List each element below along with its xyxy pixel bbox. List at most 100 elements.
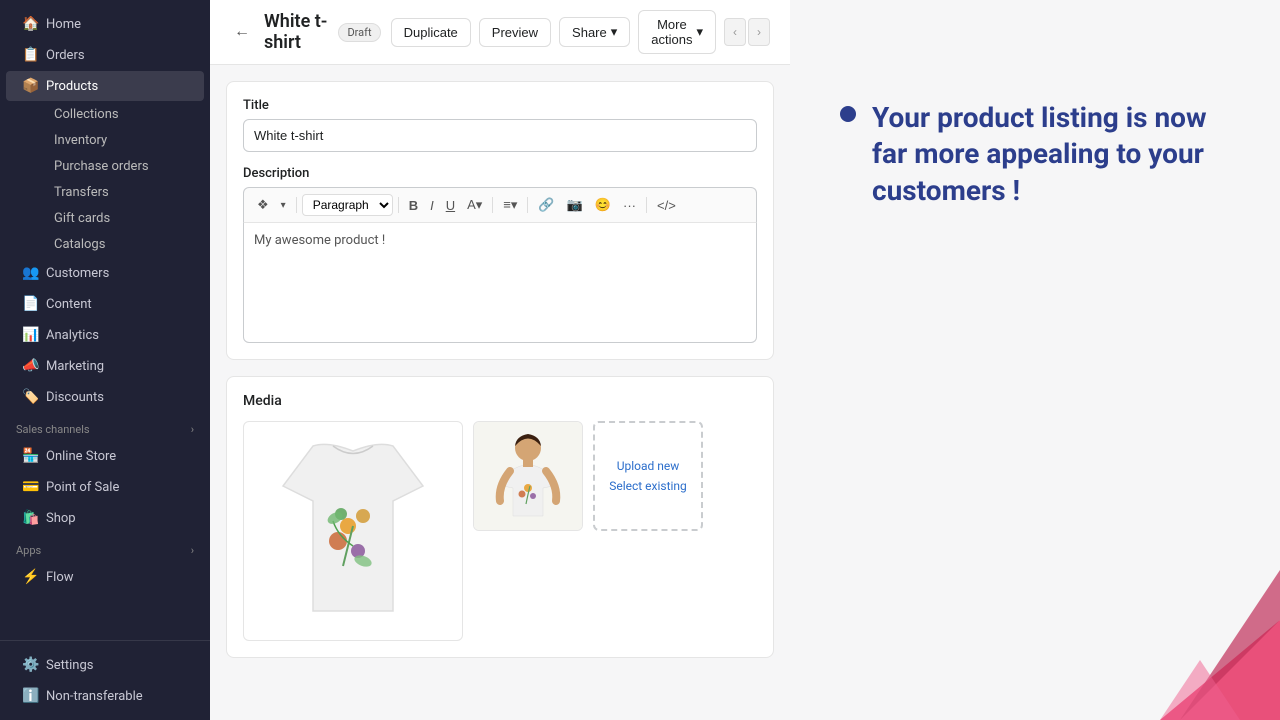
sidebar-item-settings[interactable]: ⚙️ Settings	[6, 650, 204, 680]
select-existing-link[interactable]: Select existing	[609, 479, 687, 493]
toolbar-italic-btn[interactable]: I	[425, 195, 439, 216]
apps-expand-icon[interactable]: ›	[191, 544, 194, 557]
sidebar-item-content[interactable]: 📄 Content	[6, 289, 204, 319]
next-button[interactable]: ›	[748, 18, 770, 46]
toolbar-chevron-btn[interactable]: ▾	[276, 197, 291, 214]
media-title: Media	[243, 393, 757, 409]
sidebar-item-analytics[interactable]: 📊 Analytics	[6, 320, 204, 350]
media-item-model[interactable]	[473, 421, 583, 531]
sidebar-item-online-store[interactable]: 🏪 Online Store	[6, 441, 204, 471]
model-image	[474, 422, 582, 530]
sidebar-item-flow[interactable]: ⚡ Flow	[6, 562, 204, 592]
toolbar-bold-btn[interactable]: B	[404, 195, 423, 216]
online-store-icon: 🏪	[22, 448, 38, 464]
flow-label: Flow	[46, 570, 74, 585]
prev-button[interactable]: ‹	[724, 18, 746, 46]
toolbar-color-btn[interactable]: A▾	[462, 194, 487, 216]
pos-icon: 💳	[22, 479, 38, 495]
sidebar-item-home[interactable]: 🏠 Home	[6, 9, 204, 39]
page-header: ← White t-shirt Draft Duplicate Preview …	[210, 0, 790, 65]
collections-label: Collections	[54, 107, 119, 122]
sidebar-item-orders[interactable]: 📋 Orders	[6, 40, 204, 70]
upload-new-link[interactable]: Upload new	[617, 459, 680, 473]
media-item-tshirt[interactable]	[243, 421, 463, 641]
paragraph-select[interactable]: Paragraph	[302, 194, 393, 216]
right-panel: Your product listing is now far more app…	[790, 0, 1280, 720]
customers-icon: 👥	[22, 265, 38, 281]
expand-icon[interactable]: ›	[191, 423, 194, 436]
sales-channels-section: Sales channels ›	[0, 413, 210, 440]
toolbar-code-btn[interactable]: </>	[652, 195, 681, 216]
home-icon: 🏠	[22, 16, 38, 32]
toolbar-magic-btn[interactable]: ❖	[252, 194, 274, 216]
online-store-label: Online Store	[46, 449, 116, 464]
header-actions: Duplicate Preview Share ▾ More actions ▾…	[391, 10, 770, 54]
sidebar-item-collections[interactable]: Collections	[44, 102, 204, 127]
settings-icon: ⚙️	[22, 657, 38, 673]
products-submenu: Collections Inventory Purchase orders Tr…	[0, 102, 210, 257]
duplicate-button[interactable]: Duplicate	[391, 18, 471, 47]
more-actions-label: More actions	[651, 17, 692, 47]
toolbar-underline-btn[interactable]: U	[441, 195, 460, 216]
sidebar-item-label: Orders	[46, 48, 85, 63]
more-actions-button[interactable]: More actions ▾	[638, 10, 716, 54]
sidebar-item-inventory[interactable]: Inventory	[44, 128, 204, 153]
purchase-orders-label: Purchase orders	[54, 159, 149, 174]
promo-bullet: Your product listing is now far more app…	[840, 100, 1230, 209]
non-transferable-label: Non-transferable	[46, 689, 143, 704]
page-title: White t-shirt	[264, 11, 328, 53]
toolbar-emoji-btn[interactable]: 😊	[590, 194, 616, 216]
sidebar-item-marketing[interactable]: 📣 Marketing	[6, 351, 204, 381]
sidebar-item-transfers[interactable]: Transfers	[44, 180, 204, 205]
toolbar-link-btn[interactable]: 🔗	[533, 194, 559, 216]
sidebar-item-gift-cards[interactable]: Gift cards	[44, 206, 204, 231]
sidebar-item-label: Discounts	[46, 390, 104, 405]
sidebar-item-discounts[interactable]: 🏷️ Discounts	[6, 382, 204, 412]
media-upload-box[interactable]: Upload new Select existing	[593, 421, 703, 531]
sidebar-item-purchase-orders[interactable]: Purchase orders	[44, 154, 204, 179]
toolbar-align-btn[interactable]: ≡▾	[498, 194, 522, 216]
products-icon: 📦	[22, 78, 38, 94]
sidebar-item-label: Products	[46, 79, 98, 94]
promo-section: Your product listing is now far more app…	[840, 100, 1230, 209]
decorative-triangles	[980, 520, 1280, 720]
sidebar-item-label: Analytics	[46, 328, 99, 343]
description-toolbar: ❖ ▾ Paragraph B I U A▾ ≡▾	[243, 187, 757, 223]
back-button[interactable]: ←	[230, 19, 254, 45]
sidebar-bottom: ⚙️ Settings ℹ️ Non-transferable	[0, 640, 210, 720]
sidebar-item-label: Content	[46, 297, 92, 312]
sidebar-item-products[interactable]: 📦 Products	[6, 71, 204, 101]
toolbar-divider-5	[646, 197, 647, 213]
title-label: Title	[243, 98, 757, 113]
toolbar-image-btn[interactable]: 📷	[562, 194, 588, 216]
description-content: My awesome product !	[254, 233, 385, 248]
draft-badge: Draft	[338, 23, 380, 42]
description-editor[interactable]: My awesome product !	[243, 223, 757, 343]
share-label: Share	[572, 25, 607, 40]
toolbar-divider-3	[492, 197, 493, 213]
catalogs-label: Catalogs	[54, 237, 105, 252]
toolbar-more-btn[interactable]: ···	[618, 195, 641, 216]
flow-icon: ⚡	[22, 569, 38, 585]
share-button[interactable]: Share ▾	[559, 17, 630, 47]
sidebar-item-customers[interactable]: 👥 Customers	[6, 258, 204, 288]
info-icon: ℹ️	[22, 688, 38, 704]
title-input[interactable]	[243, 119, 757, 152]
analytics-icon: 📊	[22, 327, 38, 343]
sidebar-item-pos[interactable]: 💳 Point of Sale	[6, 472, 204, 502]
preview-button[interactable]: Preview	[479, 18, 551, 47]
sidebar-item-non-transferable[interactable]: ℹ️ Non-transferable	[6, 681, 204, 711]
settings-label: Settings	[46, 658, 93, 673]
discounts-icon: 🏷️	[22, 389, 38, 405]
content-icon: 📄	[22, 296, 38, 312]
sidebar: 🏠 Home 📋 Orders 📦 Products Collections I…	[0, 0, 210, 720]
sidebar-item-catalogs[interactable]: Catalogs	[44, 232, 204, 257]
apps-label: Apps	[16, 544, 41, 557]
sidebar-item-shop[interactable]: 🛍️ Shop	[6, 503, 204, 533]
sidebar-item-label: Customers	[46, 266, 109, 281]
media-grid: Upload new Select existing	[243, 421, 757, 641]
transfers-label: Transfers	[54, 185, 109, 200]
title-description-card: Title Description ❖ ▾ Paragraph B I	[226, 81, 774, 360]
toolbar-divider-2	[398, 197, 399, 213]
shop-label: Shop	[46, 511, 76, 526]
